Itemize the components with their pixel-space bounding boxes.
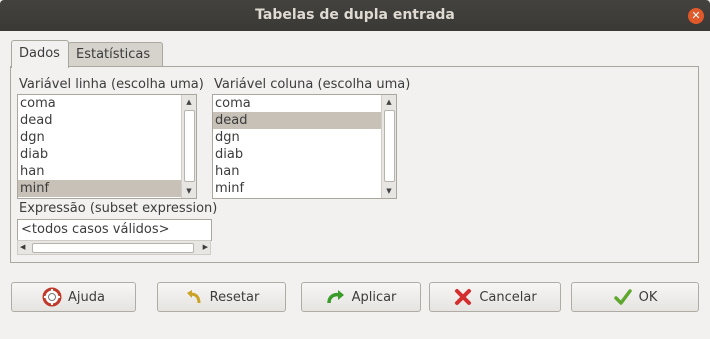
cancel-button[interactable]: Cancelar <box>429 282 561 312</box>
scroll-thumb[interactable] <box>384 110 395 182</box>
column-variable-list[interactable]: coma dead dgn diab han minf ▲ ▼ <box>212 94 397 199</box>
ok-button[interactable]: OK <box>571 282 699 312</box>
list-item[interactable]: minf <box>213 180 396 197</box>
list-item[interactable]: han <box>213 163 396 180</box>
apply-button[interactable]: Aplicar <box>301 282 421 312</box>
forward-arrow-icon <box>326 290 344 304</box>
list-item[interactable]: dgn <box>18 129 196 146</box>
subset-hscrollbar[interactable]: ◀ ▶ <box>17 240 211 255</box>
scroll-left-icon[interactable]: ◀ <box>20 241 25 254</box>
subset-expression-value: <todos casos válidos> <box>21 222 170 237</box>
scroll-down-icon[interactable]: ▼ <box>382 184 396 198</box>
list-item[interactable]: dead <box>18 112 196 129</box>
undo-arrow-icon <box>186 290 201 304</box>
help-button-label: Ajuda <box>68 289 105 305</box>
row-variable-list[interactable]: coma dead dgn diab han minf ▲ ▼ <box>17 94 197 199</box>
close-icon[interactable]: ✕ <box>688 8 704 24</box>
scroll-right-icon[interactable]: ▶ <box>203 241 208 254</box>
column-list-scrollbar[interactable]: ▲ ▼ <box>381 95 396 198</box>
row-variable-label: Variável linha (escolha uma) <box>19 77 204 92</box>
list-item[interactable]: han <box>18 163 196 180</box>
title-bar: Tabelas de dupla entrada ✕ <box>0 0 710 31</box>
subset-label: Expressão (subset expression) <box>19 201 218 216</box>
scroll-up-icon[interactable]: ▲ <box>182 95 196 109</box>
ok-button-label: OK <box>638 289 658 305</box>
help-button[interactable]: Ajuda <box>11 282 136 312</box>
apply-button-label: Aplicar <box>351 289 397 305</box>
checkmark-icon <box>613 289 632 305</box>
list-item[interactable]: diab <box>18 146 196 163</box>
list-item-selected[interactable]: dead <box>213 112 396 129</box>
scroll-thumb[interactable] <box>32 243 194 253</box>
window-title: Tabelas de dupla entrada <box>255 7 455 23</box>
subset-expression-input[interactable]: <todos casos válidos> <box>17 219 212 241</box>
cancel-button-label: Cancelar <box>479 289 537 305</box>
list-item[interactable]: coma <box>213 95 396 112</box>
scroll-down-icon[interactable]: ▼ <box>182 184 196 198</box>
reset-button-label: Resetar <box>209 289 260 305</box>
scroll-up-icon[interactable]: ▲ <box>382 95 396 109</box>
list-item[interactable]: dgn <box>213 129 396 146</box>
row-list-scrollbar[interactable]: ▲ ▼ <box>181 95 196 198</box>
list-item[interactable]: diab <box>213 146 396 163</box>
tab-estatisticas[interactable]: Estatísticas <box>68 42 163 67</box>
list-item[interactable]: coma <box>18 95 196 112</box>
dialog-window: Tabelas de dupla entrada ✕ Dados Estatís… <box>0 0 710 339</box>
column-variable-label: Variável coluna (escolha uma) <box>214 77 411 92</box>
tab-dados[interactable]: Dados <box>11 40 69 68</box>
list-item-selected[interactable]: minf <box>18 180 196 197</box>
cancel-x-icon <box>455 289 472 305</box>
reset-button[interactable]: Resetar <box>157 282 286 312</box>
lifebuoy-icon <box>42 287 62 307</box>
scroll-thumb[interactable] <box>184 110 195 182</box>
